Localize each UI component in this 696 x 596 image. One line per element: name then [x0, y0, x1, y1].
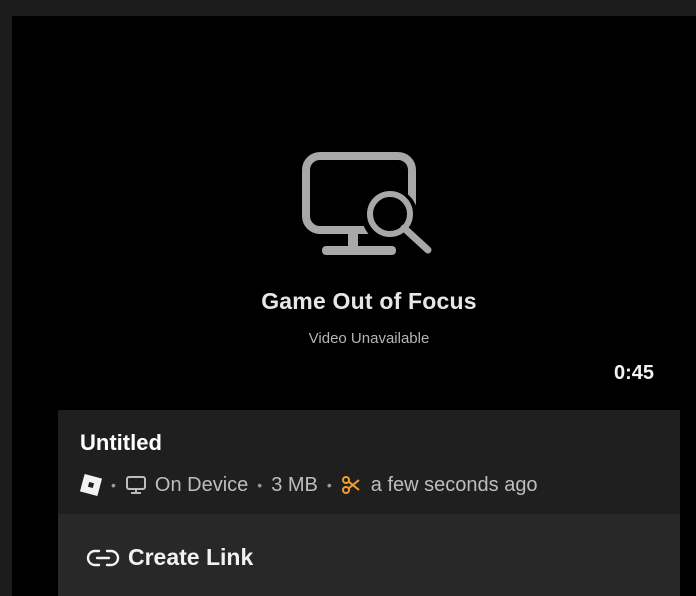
clip-actions: Create Link — [58, 514, 680, 596]
create-link-label: Create Link — [128, 544, 254, 570]
video-duration: 0:45 — [613, 362, 654, 384]
meta-separator: • — [326, 477, 332, 493]
clip-timestamp: a few seconds ago — [370, 473, 538, 496]
meta-separator: • — [111, 477, 116, 493]
monitor-search-icon — [302, 152, 432, 255]
create-link-button[interactable]: Create Link — [86, 544, 253, 571]
file-size: 3 MB — [271, 473, 318, 496]
top-panel-edge — [0, 0, 696, 16]
status-subtitle: Video Unavailable — [308, 330, 430, 347]
clip-title[interactable]: Untitled — [80, 430, 162, 456]
clip-meta-row: • On Device • 3 MB • a few seconds ago — [80, 470, 596, 500]
link-icon — [86, 549, 120, 566]
scissors-icon — [341, 476, 360, 494]
clip-info: Untitled • On Device • 3 MB • a few seco… — [58, 410, 680, 514]
clip-viewer-page: Game Out of Focus Video Unavailable 0:45… — [0, 0, 696, 596]
storage-label: On Device — [154, 473, 249, 496]
status-title: Game Out of Focus — [261, 288, 477, 314]
video-preview[interactable]: Game Out of Focus Video Unavailable 0:45 — [58, 56, 680, 410]
monitor-icon — [125, 476, 146, 494]
left-panel-edge — [0, 0, 12, 596]
clip-card: Game Out of Focus Video Unavailable 0:45… — [58, 56, 680, 596]
meta-separator: • — [257, 477, 263, 493]
roblox-logo-icon — [80, 474, 102, 496]
